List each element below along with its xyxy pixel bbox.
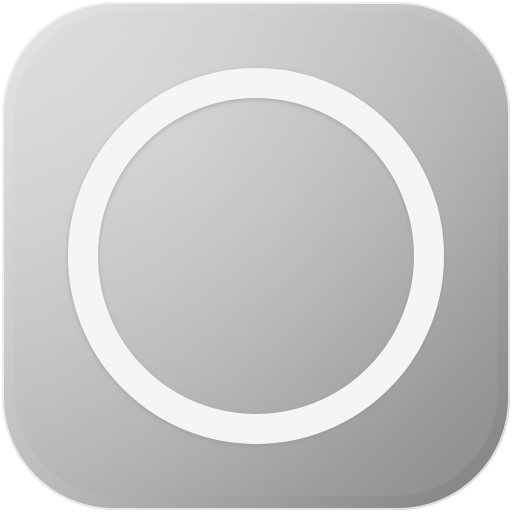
icon-stage	[0, 0, 512, 512]
app-icon[interactable]	[0, 0, 512, 512]
